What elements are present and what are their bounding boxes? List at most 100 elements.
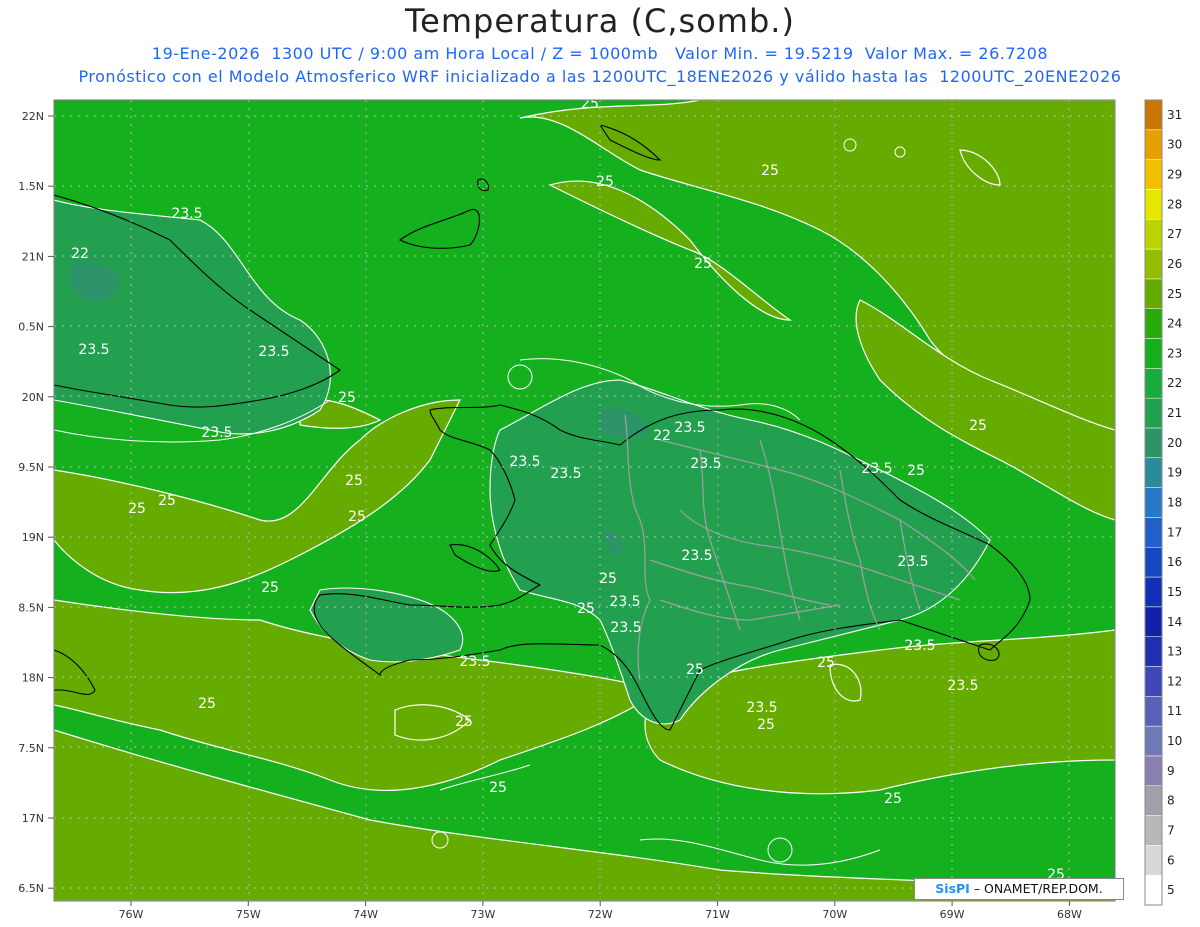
contour-label: 23.5 — [681, 548, 712, 564]
colorbar: 5 6 7 8 9 10 11 12 13 14 15 16 17 18 19 20 21 22 23 24 25 26 2… — [1144, 99, 1182, 906]
lon-tick-label: 71W — [705, 908, 730, 921]
contour-label: 25 — [581, 96, 599, 112]
colorbar-swatch — [1144, 159, 1163, 190]
credit-text: – ONAMET/REP.DOM. — [973, 881, 1103, 896]
contour-label: 25 — [261, 580, 279, 596]
lon-tick-label: 76W — [119, 908, 144, 921]
lat-tick-label: 18N — [22, 672, 44, 685]
colorbar-swatch — [1144, 845, 1163, 876]
contour-label: 25 — [348, 509, 366, 525]
credit-box: SisPI – ONAMET/REP.DOM. — [914, 878, 1124, 900]
contour-label: 25 — [596, 174, 614, 190]
colorbar-swatch — [1144, 636, 1163, 667]
colorbar-label: 19 — [1167, 466, 1182, 480]
contour-label: 25 — [577, 601, 595, 617]
lon-tick-label: 72W — [588, 908, 613, 921]
contour-label: 22 — [653, 428, 671, 444]
colorbar-swatch — [1144, 606, 1163, 637]
contour-label: 25 — [599, 571, 617, 587]
colorbar-swatch — [1144, 248, 1163, 280]
colorbar-swatch — [1144, 99, 1163, 131]
lon-tick-label: 69W — [940, 908, 965, 921]
colorbar-swatch — [1144, 874, 1163, 906]
lon-tick-label: 73W — [470, 908, 495, 921]
colorbar-label: 31 — [1167, 108, 1182, 122]
colorbar-label: 30 — [1167, 138, 1182, 152]
lat-tick-label: 8.5N — [18, 601, 44, 614]
contour-label: 25 — [158, 493, 176, 509]
lon-tick-label: 70W — [822, 908, 847, 921]
contour-label: 25 — [455, 714, 473, 730]
colorbar-label: 27 — [1167, 227, 1182, 241]
contour-label: 23.5 — [201, 425, 232, 441]
colorbar-swatch — [1144, 815, 1163, 846]
colorbar-label: 14 — [1167, 615, 1182, 629]
contour-label: 23.5 — [171, 206, 202, 222]
contour-label: 23.5 — [550, 466, 581, 482]
lon-tick-label: 68W — [1057, 908, 1082, 921]
colorbar-swatch — [1144, 666, 1163, 697]
colorbar-label: 26 — [1167, 257, 1182, 271]
colorbar-swatch — [1144, 189, 1163, 220]
colorbar-label: 21 — [1167, 406, 1182, 420]
contour-label: 23.5 — [610, 620, 641, 636]
lat-tick-label: 6.5N — [18, 882, 44, 895]
contour-label: 25 — [817, 655, 835, 671]
colorbar-swatch — [1144, 755, 1163, 786]
contour-label: 23.5 — [509, 454, 540, 470]
colorbar-swatch — [1144, 696, 1163, 727]
lat-tick-label: 7.5N — [18, 742, 44, 755]
contour-label: 25 — [489, 780, 507, 796]
contour-label: 25 — [694, 256, 712, 272]
colorbar-swatch — [1144, 725, 1163, 757]
field-layer: 2525252523.52223.5 23.523.525252523.52523… — [54, 96, 1115, 901]
contour-label: 25 — [128, 501, 146, 517]
latitude-axis: 22N 1.5N 21N 0.5N 20N 9.5N 19N 8.5N 18N 7.5N 17N 6.… — [18, 110, 54, 895]
contour-label: 23.5 — [674, 420, 705, 436]
colorbar-swatch — [1144, 487, 1163, 518]
contour-label: 25 — [884, 791, 902, 807]
colorbar-swatch — [1144, 427, 1163, 459]
colorbar-swatch — [1144, 517, 1163, 548]
contour-label: 25 — [345, 473, 363, 489]
contour-label: 23.5 — [897, 554, 928, 570]
contour-label: 25 — [969, 418, 987, 434]
lat-tick-label: 22N — [22, 110, 44, 123]
colorbar-label: 12 — [1167, 674, 1182, 688]
contour-label: 23.5 — [258, 344, 289, 360]
colorbar-label: 13 — [1167, 645, 1182, 659]
colorbar-swatch — [1144, 397, 1163, 429]
colorbar-swatch — [1144, 368, 1163, 399]
colorbar-label: 25 — [1167, 287, 1182, 301]
colorbar-label: 28 — [1167, 197, 1182, 211]
colorbar-label: 22 — [1167, 376, 1182, 390]
colorbar-swatch — [1144, 278, 1163, 309]
contour-label: 25 — [338, 390, 356, 406]
colorbar-swatch — [1144, 457, 1163, 488]
contour-label: 23.5 — [746, 700, 777, 716]
lat-tick-label: 20N — [22, 391, 44, 404]
contour-label: 23.5 — [609, 594, 640, 610]
contour-label: 23.5 — [690, 456, 721, 472]
lat-tick-label: 17N — [22, 812, 44, 825]
colorbar-label: 5 — [1167, 883, 1175, 897]
colorbar-label: 24 — [1167, 317, 1182, 331]
colorbar-swatch — [1144, 129, 1163, 160]
colorbar-label: 16 — [1167, 555, 1182, 569]
colorbar-label: 15 — [1167, 585, 1182, 599]
colorbar-swatch — [1144, 219, 1163, 250]
colorbar-label: 6 — [1167, 853, 1175, 867]
contour-label: 22 — [71, 246, 89, 262]
colorbar-label: 18 — [1167, 496, 1182, 510]
temperature-map: 2525252523.52223.5 23.523.525252523.52523… — [18, 96, 1182, 921]
colorbar-label: 8 — [1167, 794, 1175, 808]
colorbar-label: 23 — [1167, 346, 1182, 360]
colorbar-swatch — [1144, 785, 1163, 816]
colorbar-label: 10 — [1167, 734, 1182, 748]
contour-label: 25 — [198, 696, 216, 712]
colorbar-swatch — [1144, 338, 1163, 369]
colorbar-label: 17 — [1167, 525, 1182, 539]
lat-tick-label: 0.5N — [18, 321, 44, 334]
contour-label: 25 — [757, 717, 775, 733]
colorbar-label: 7 — [1167, 823, 1175, 837]
